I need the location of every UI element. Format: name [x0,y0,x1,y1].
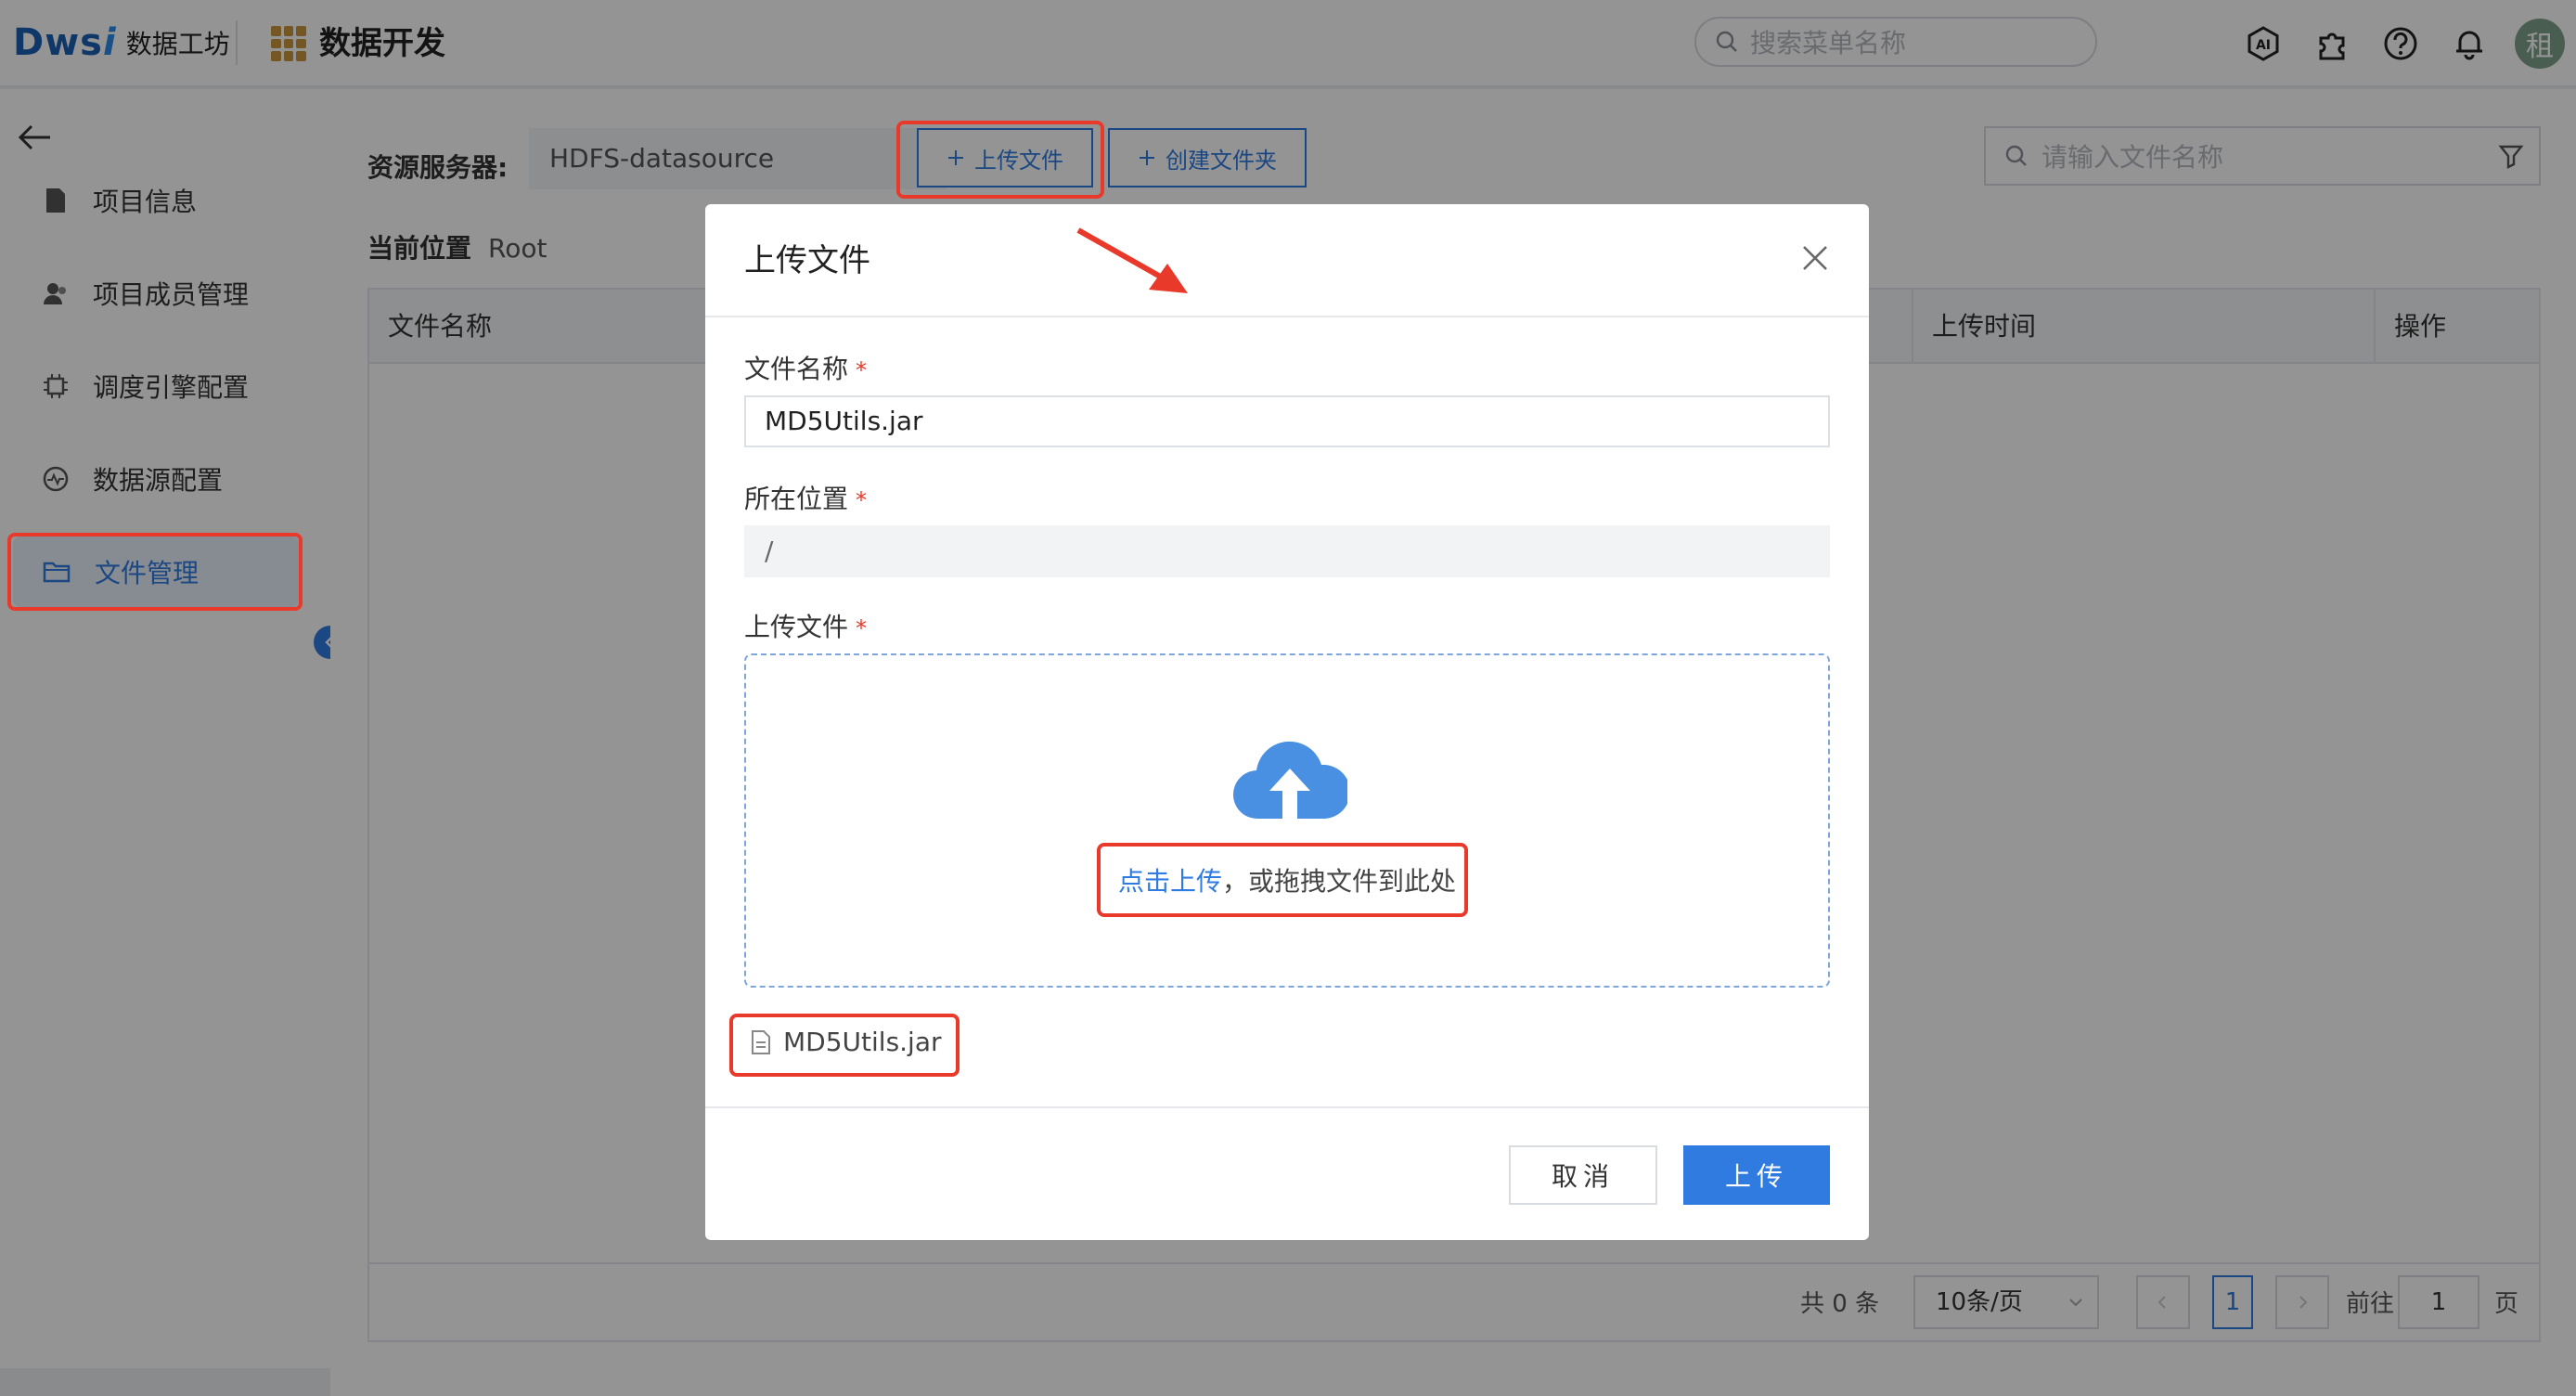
location-label: 所在位置 * [744,484,868,514]
close-icon[interactable] [1797,239,1834,277]
upload-file-dialog: 上传文件 文件名称 * MD5Utils.jar 所在位置 * / 上传文件 * 点击… [705,204,1869,1240]
upload-label: 上传文件 * [744,612,868,642]
arrow-annotation-icon [1076,227,1188,293]
highlight-selected-file [729,1014,960,1077]
divider [705,316,1869,317]
cloud-upload-icon [1233,741,1347,820]
highlight-upload-button [896,121,1104,199]
location-input: / [744,525,1830,577]
upload-dropzone[interactable]: 点击上传，或拖拽文件到此处 [744,653,1830,988]
file-name-input[interactable]: MD5Utils.jar [744,395,1830,447]
highlight-file-management [7,533,303,611]
cancel-button[interactable]: 取消 [1509,1145,1657,1205]
highlight-click-upload [1097,843,1468,917]
file-name-label: 文件名称 * [744,354,868,384]
dialog-title: 上传文件 [744,242,870,279]
divider [705,1106,1869,1108]
upload-submit-button[interactable]: 上传 [1683,1145,1830,1205]
